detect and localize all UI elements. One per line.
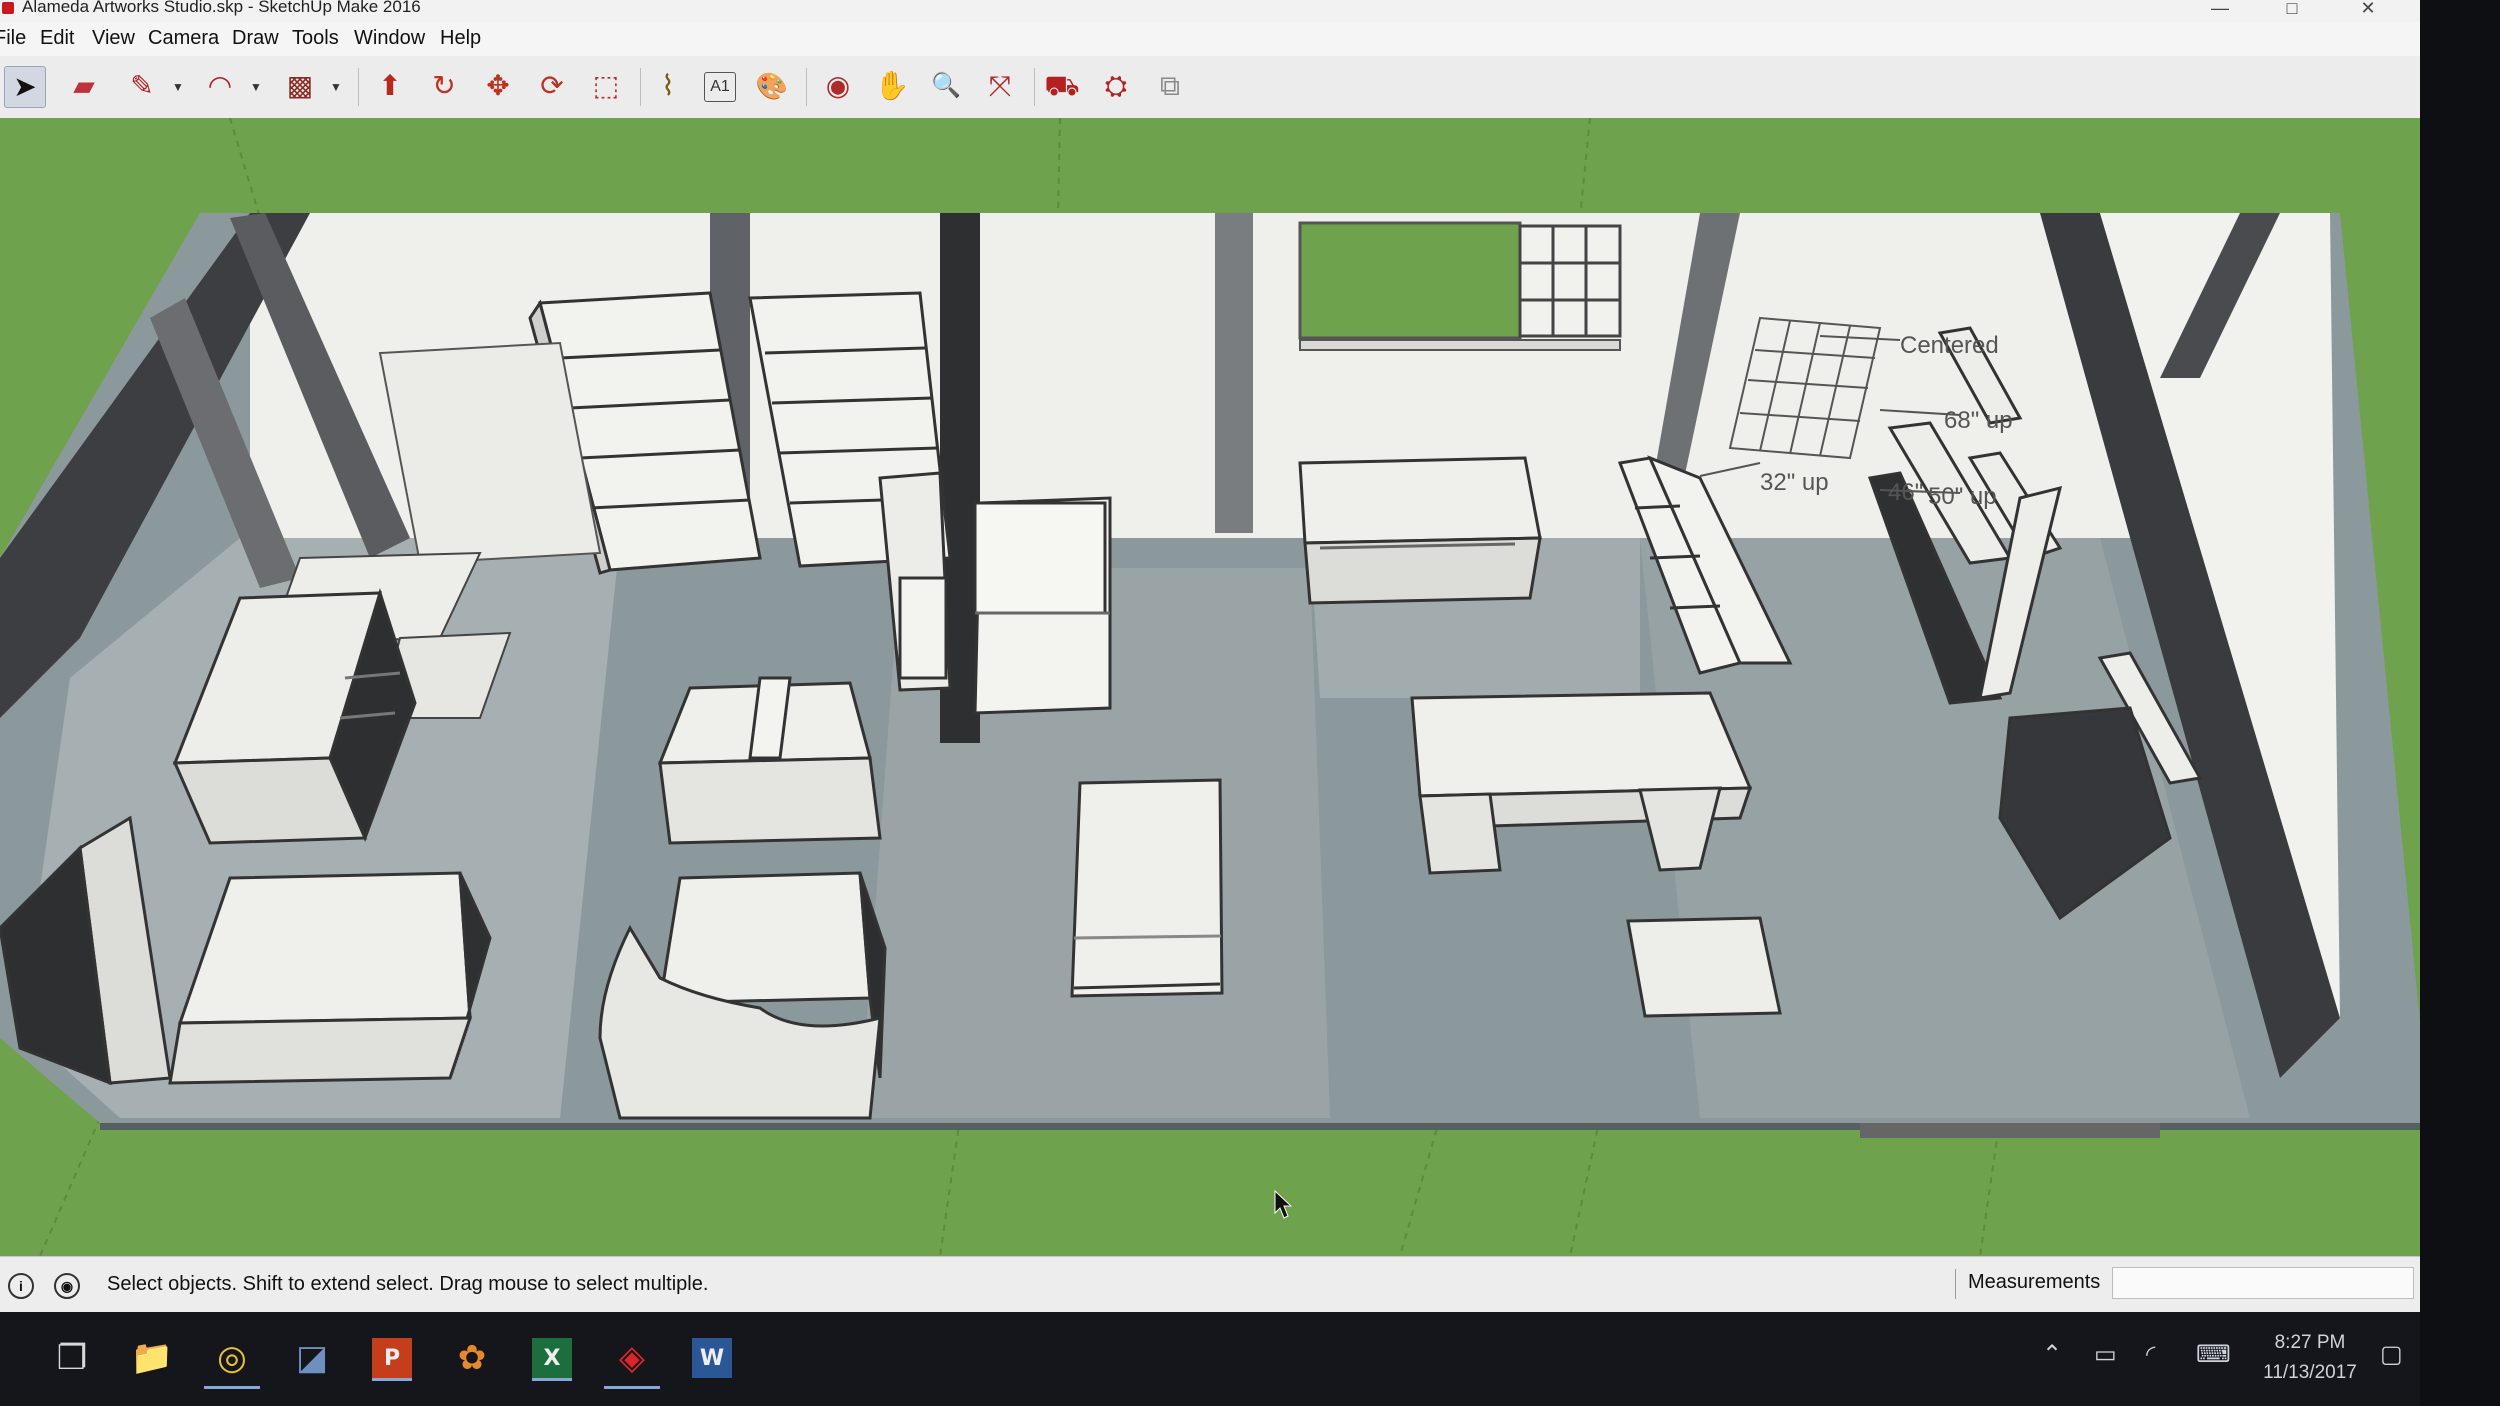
toolbar-separator (358, 68, 359, 106)
model-scene: Centered 68" up 32" up 46" 50" up (0, 118, 2420, 1256)
mouse-cursor-icon (1274, 1189, 1293, 1219)
clock-date: 11/13/2017 (2263, 1362, 2357, 1383)
scale-tool-icon[interactable]: ⬚ (586, 66, 626, 106)
eraser-tool-icon[interactable]: ▰ (64, 66, 104, 106)
tape-measure-tool-icon[interactable]: ⌇ (648, 66, 688, 106)
sketchup-app-icon (2, 2, 14, 14)
menu-camera[interactable]: Camera (148, 27, 219, 50)
center-crate (1070, 778, 1224, 998)
small-board (1626, 916, 1782, 1018)
clock-time: 8:27 PM (2274, 1332, 2346, 1353)
menu-draw[interactable]: Draw (232, 27, 279, 50)
menu-edit[interactable]: Edit (40, 27, 74, 50)
rectangle-tool-icon[interactable]: ▩ (280, 66, 320, 106)
measurements-label: Measurements (1968, 1271, 2101, 1293)
excel-icon[interactable]: X (532, 1338, 572, 1381)
send-to-layout-tool-icon[interactable]: ⧉ (1150, 66, 1190, 106)
show-hidden-icons-icon[interactable]: ⌃ (2042, 1340, 2062, 1369)
sketchup-window: Alameda Artworks Studio.skp - SketchUp M… (0, 0, 2420, 1406)
minimize-button[interactable]: — (2200, 0, 2240, 20)
rectangle-tool-dropdown-icon[interactable]: ▼ (330, 80, 342, 94)
info-icon[interactable]: i (8, 1273, 34, 1299)
large-tool-set-toolbar: ➤ ▰ ✎ ▼ ◠ ▼ ▩ ▼ ⬆ ↻ ✥ ⟳ ⬚ ⌇ A1 🎨 ◉ ✋ 🔍 ⤧… (0, 56, 2420, 120)
orbit-tool-icon[interactable]: ◉ (818, 66, 858, 106)
file-explorer-icon[interactable]: 📁 (124, 1330, 180, 1386)
dimension-label: 46" (1888, 479, 1923, 506)
line-tool-dropdown-icon[interactable]: ▼ (172, 80, 184, 94)
chrome-icon[interactable]: ◎ (204, 1330, 260, 1389)
move-tool-icon[interactable]: ✥ (478, 66, 518, 106)
window-opening (1298, 221, 1522, 340)
dimension-label: Centered (1900, 332, 1999, 359)
measurements-input[interactable] (2112, 1267, 2414, 1299)
status-bar: i ◉ Select objects. Shift to extend sele… (0, 1256, 2420, 1313)
toolbar-separator (1034, 68, 1035, 106)
arc-tool-dropdown-icon[interactable]: ▼ (250, 80, 262, 94)
windows-taskbar: ❐ 📁 ◎ ◪ P ✿ X ◈ W ⌃ ▭ ◜ ⌨ 8:27 PM 11/13/… (0, 1312, 2420, 1406)
battery-icon[interactable]: ▭ (2094, 1340, 2117, 1369)
dimension-label: 32" up (1760, 469, 1829, 496)
paint-bucket-tool-icon[interactable]: 🎨 (752, 66, 792, 106)
maximize-button[interactable]: □ (2272, 0, 2312, 20)
workbench (657, 676, 882, 845)
text-tool-icon[interactable]: A1 (704, 72, 736, 102)
select-tool-icon[interactable]: ➤ (4, 66, 46, 108)
blender-icon[interactable]: ✿ (444, 1330, 500, 1386)
action-center-icon[interactable]: ▢ (2380, 1340, 2403, 1369)
dimension-label: 50" up (1928, 483, 1997, 510)
powerpoint-icon[interactable]: P (372, 1338, 412, 1381)
status-divider (1955, 1269, 1956, 1299)
status-message: Select objects. Shift to extend select. … (107, 1273, 709, 1295)
menu-bar: File Edit View Camera Draw Tools Window … (0, 22, 2420, 56)
zoom-extents-tool-icon[interactable]: ⤧ (980, 66, 1020, 106)
3d-warehouse-tool-icon[interactable]: ⛟ (1042, 66, 1082, 106)
sketchup-icon[interactable]: ◈ (604, 1330, 660, 1389)
pan-tool-icon[interactable]: ✋ (872, 66, 912, 106)
window-title: Alameda Artworks Studio.skp - SketchUp M… (22, 0, 421, 16)
arc-tool-icon[interactable]: ◠ (200, 66, 240, 106)
menu-file[interactable]: File (0, 27, 26, 50)
toolbar-separator (806, 68, 807, 106)
rotate-tool-icon[interactable]: ⟳ (532, 66, 572, 106)
dimension-label: 68" up (1944, 407, 2013, 434)
line-tool-icon[interactable]: ✎ (122, 66, 162, 106)
system-clock[interactable]: 8:27 PM 11/13/2017 (2240, 1328, 2380, 1388)
menu-view[interactable]: View (92, 27, 135, 50)
drawing-viewport[interactable]: Centered 68" up 32" up 46" 50" up (0, 118, 2420, 1256)
photo-app-icon[interactable]: ◪ (284, 1330, 340, 1386)
wifi-icon[interactable]: ◜ (2146, 1340, 2155, 1369)
user-account-icon[interactable]: ◉ (54, 1273, 80, 1299)
task-view-icon[interactable]: ❐ (44, 1330, 100, 1386)
extension-warehouse-tool-icon[interactable]: ⛭ (1096, 66, 1136, 106)
word-icon[interactable]: W (692, 1338, 732, 1378)
back-desk (1298, 456, 1542, 605)
keyboard-icon[interactable]: ⌨ (2196, 1340, 2231, 1369)
offset-tool-icon[interactable]: ↻ (424, 66, 464, 106)
push-pull-tool-icon[interactable]: ⬆ (370, 66, 410, 106)
menu-tools[interactable]: Tools (292, 27, 339, 50)
storage-unit (878, 471, 1112, 715)
zoom-tool-icon[interactable]: 🔍 (926, 66, 966, 106)
toolbar-separator (640, 68, 641, 106)
close-button[interactable]: ✕ (2348, 0, 2388, 20)
menu-help[interactable]: Help (440, 27, 481, 50)
menu-window[interactable]: Window (354, 27, 425, 50)
title-bar: Alameda Artworks Studio.skp - SketchUp M… (0, 0, 2420, 22)
